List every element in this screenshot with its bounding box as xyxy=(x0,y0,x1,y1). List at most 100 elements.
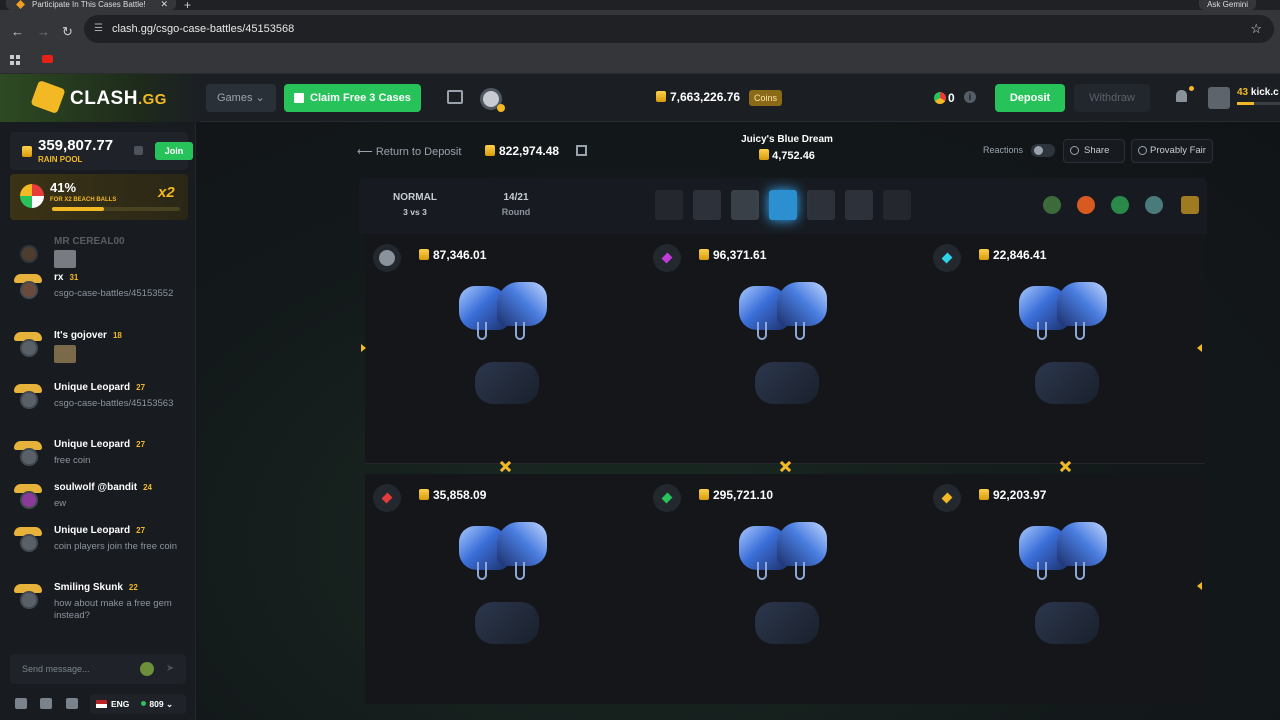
url-text: clash.gg/csgo-case-battles/45153568 xyxy=(112,23,295,35)
logo-area[interactable]: CLASH.GG xyxy=(0,74,200,122)
chevron-down-icon: ⌄ xyxy=(255,92,265,104)
check-circle-icon xyxy=(1138,146,1147,155)
item-gloves-image xyxy=(453,518,553,584)
close-tab-icon[interactable]: ✕ xyxy=(160,0,168,9)
fullscreen-icon[interactable] xyxy=(576,145,587,156)
crossed-swords-icon xyxy=(1058,460,1072,472)
twitter-icon[interactable] xyxy=(15,698,27,709)
chat-username[interactable]: Smiling Skunk 22 xyxy=(54,582,138,593)
user-name[interactable]: 43 kick.c xyxy=(1237,87,1279,98)
battle-board: 87,346.01 96,371.61 22,846.41 35,858.09 xyxy=(361,234,1205,704)
player-slot: 22,846.41 xyxy=(925,234,1205,464)
address-bar[interactable]: ☰ clash.gg/csgo-case-battles/45153568 ☆ xyxy=(84,15,1274,43)
claim-free-cases-button[interactable]: Claim Free 3 Cases xyxy=(284,84,421,112)
previous-item-image xyxy=(1035,362,1099,404)
row-indicator-left xyxy=(361,344,366,352)
language-selector[interactable]: ENG 809 ⌄ xyxy=(90,694,186,714)
reward-icon xyxy=(1145,196,1163,214)
link-icon xyxy=(1070,146,1079,155)
user-avatar[interactable] xyxy=(14,582,42,610)
currency-badge[interactable]: Coins xyxy=(749,90,783,106)
browser-tab-strip: Participate In This Cases Battle! ✕ + As… xyxy=(0,0,1280,12)
item-gloves-image xyxy=(733,518,833,584)
browser-tab[interactable]: Participate In This Cases Battle! ✕ xyxy=(6,0,176,10)
back-icon[interactable]: ← xyxy=(11,24,24,39)
send-icon[interactable]: ➤ xyxy=(166,654,174,684)
team-gem-icon xyxy=(933,484,961,512)
battle-mode: NORMAL xyxy=(393,192,437,203)
support-icon[interactable] xyxy=(66,698,78,709)
games-dropdown[interactable]: Games ⌄ xyxy=(206,84,276,112)
info-icon[interactable]: i xyxy=(964,91,976,103)
emote-icon xyxy=(54,250,76,268)
profile-badge-icon[interactable] xyxy=(480,88,505,112)
player-value: 96,371.61 xyxy=(699,248,766,262)
chat-username[interactable]: MR CEREAL00 xyxy=(54,236,125,247)
chat-sidebar: 359,807.77 RAIN POOL Join 41% FOR X2 BEA… xyxy=(0,122,196,720)
case-thumbnail-active[interactable] xyxy=(769,190,797,220)
browser-toolbar: ← → ↻ ☰ clash.gg/csgo-case-battles/45153… xyxy=(0,10,1280,46)
share-button[interactable]: Share xyxy=(1063,139,1125,163)
row-indicator-right xyxy=(1197,582,1202,590)
user-avatar[interactable] xyxy=(14,482,42,510)
site-info-icon[interactable]: ☰ xyxy=(94,15,103,43)
forward-icon[interactable]: → xyxy=(37,24,50,39)
case-thumbnail[interactable] xyxy=(845,190,873,220)
gift-icon xyxy=(294,93,304,103)
user-avatar[interactable] xyxy=(14,382,42,410)
user-avatar[interactable] xyxy=(1208,87,1230,109)
provably-fair-button[interactable]: Provably Fair xyxy=(1131,139,1213,163)
case-thumbnail[interactable] xyxy=(731,190,759,220)
case-thumbnail[interactable] xyxy=(693,190,721,220)
coin-icon xyxy=(759,149,770,160)
discord-icon[interactable] xyxy=(40,698,52,709)
team-gem-icon xyxy=(653,244,681,272)
team-gem-icon xyxy=(933,244,961,272)
case-thumbnail[interactable] xyxy=(807,190,835,220)
user-avatar[interactable] xyxy=(14,330,42,358)
emoji-icon[interactable] xyxy=(140,662,154,676)
chat-username[interactable]: rx 31 xyxy=(54,272,78,283)
withdraw-button[interactable]: Withdraw xyxy=(1074,84,1150,112)
team-gem-icon xyxy=(373,484,401,512)
coin-icon xyxy=(22,146,32,157)
coin-icon xyxy=(699,249,709,260)
balance-display: 7,663,226.76 xyxy=(656,90,740,104)
ask-gemini-button[interactable]: Ask Gemini xyxy=(1199,0,1256,10)
coin-icon xyxy=(979,249,989,260)
case-thumbnail[interactable] xyxy=(883,190,911,220)
promo-banner[interactable]: 41% FOR X2 BEACH BALLS x2 xyxy=(10,174,188,220)
gem-icon xyxy=(934,92,946,104)
user-avatar[interactable] xyxy=(14,236,42,264)
youtube-bookmark-icon[interactable] xyxy=(42,55,53,63)
chat-username[interactable]: Unique Leopard 27 xyxy=(54,382,145,393)
bookmark-star-icon[interactable]: ☆ xyxy=(1250,15,1262,43)
site-header: CLASH.GG Games ⌄ Claim Free 3 Cases 7,66… xyxy=(0,74,1280,122)
rain-amount: 359,807.77 xyxy=(38,137,114,154)
chat-username[interactable]: soulwolf @bandit 24 xyxy=(54,482,152,493)
chat-username[interactable]: Unique Leopard 27 xyxy=(54,525,145,536)
player-avatar[interactable] xyxy=(373,244,401,272)
chat-username[interactable]: It's gojover 18 xyxy=(54,330,122,341)
user-avatar[interactable] xyxy=(14,272,42,300)
reactions-toggle[interactable] xyxy=(1031,144,1055,157)
online-count: 809 xyxy=(141,699,163,709)
user-avatar[interactable] xyxy=(14,525,42,553)
battle-format: 3 vs 3 xyxy=(403,207,427,217)
notification-bell-icon[interactable] xyxy=(1176,90,1187,102)
chat-username[interactable]: Unique Leopard 27 xyxy=(54,439,145,450)
previous-item-image xyxy=(755,602,819,644)
case-icon[interactable] xyxy=(447,90,463,104)
coin-icon xyxy=(699,489,709,500)
apps-grid-icon[interactable] xyxy=(10,55,20,65)
player-slot: 295,721.10 xyxy=(645,474,925,704)
reload-icon[interactable]: ↻ xyxy=(62,24,73,40)
case-thumbnail[interactable] xyxy=(655,190,683,220)
deposit-button[interactable]: Deposit xyxy=(995,84,1065,112)
join-rain-button[interactable]: Join xyxy=(155,142,193,160)
chat-input[interactable]: Send message... ➤ xyxy=(10,654,186,684)
user-avatar[interactable] xyxy=(14,439,42,467)
return-to-deposit-link[interactable]: ⟵ Return to Deposit xyxy=(357,145,461,158)
player-value: 22,846.41 xyxy=(979,248,1046,262)
crossed-swords-icon xyxy=(778,460,792,472)
